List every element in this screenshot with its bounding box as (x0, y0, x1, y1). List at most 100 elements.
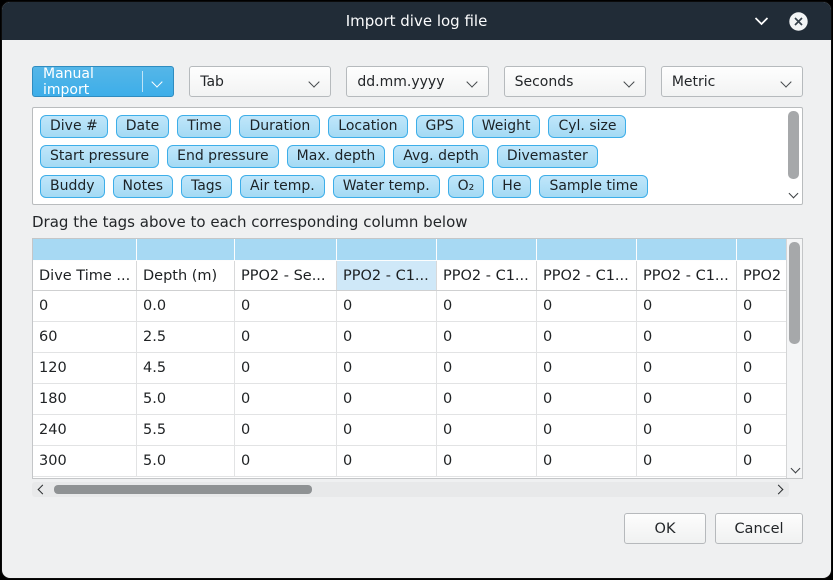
column-header[interactable]: PPO2 (737, 261, 786, 290)
tag-chip[interactable]: End pressure (167, 145, 279, 168)
chevron-down-icon (309, 76, 320, 87)
scroll-down-button[interactable] (787, 188, 800, 202)
tag-chip[interactable]: O₂ (448, 175, 485, 198)
column-drop-target[interactable] (33, 239, 137, 260)
tag-chip[interactable]: Avg. depth (393, 145, 489, 168)
tag-chip[interactable]: Cyl. size (548, 115, 626, 138)
window-shade-button[interactable] (747, 2, 775, 40)
table-cell: 0 (437, 415, 537, 446)
tag-chip[interactable]: Notes (113, 175, 173, 198)
tag-chip[interactable]: Max. depth (287, 145, 386, 168)
column-header[interactable]: PPO2 - Se... (235, 261, 337, 290)
cancel-button[interactable]: Cancel (715, 513, 803, 544)
chevron-down-icon (754, 16, 769, 26)
table-cell: 0 (235, 291, 337, 322)
tag-chip[interactable]: Divemaster (497, 145, 598, 168)
tags-scrollbar[interactable] (787, 110, 800, 202)
dialog-buttons: OK Cancel (32, 513, 803, 544)
scrollbar-thumb[interactable] (789, 242, 800, 344)
table-grid: Dive Time ...Depth (m)PPO2 - Se...PPO2 -… (33, 239, 786, 477)
table-cell: 0 (737, 322, 786, 353)
table-cell: 0 (537, 353, 637, 384)
table-vertical-scrollbar[interactable] (786, 239, 802, 478)
table-header-row: Dive Time ...Depth (m)PPO2 - Se...PPO2 -… (33, 261, 786, 291)
tag-chip[interactable]: Tags (181, 175, 232, 198)
column-drop-target[interactable] (235, 239, 337, 260)
table-cell: 0 (33, 291, 137, 322)
tag-chip[interactable]: Time (177, 115, 231, 138)
scrollbar-thumb[interactable] (788, 111, 799, 179)
table-cell: 0 (337, 322, 437, 353)
tag-chip[interactable]: Start pressure (40, 145, 159, 168)
tag-chip[interactable]: Location (328, 115, 407, 138)
table-row: 1805.0000000 (33, 384, 786, 415)
table-row: 00.0000000 (33, 291, 786, 322)
import-options-row: Manual import Tab dd.mm.yyyy Seconds Met… (32, 66, 803, 97)
scroll-right-button[interactable] (773, 482, 787, 497)
column-drop-target[interactable] (637, 239, 737, 260)
table-cell: 0 (537, 291, 637, 322)
ok-button[interactable]: OK (624, 513, 706, 544)
column-header[interactable]: Dive Time ... (33, 261, 137, 290)
tag-chip[interactable]: Weight (472, 115, 541, 138)
time-format-select[interactable]: Seconds (504, 66, 646, 97)
column-drop-target[interactable] (137, 239, 235, 260)
scroll-left-button[interactable] (34, 482, 48, 497)
chevron-right-icon (774, 485, 784, 495)
import-type-select[interactable]: Manual import (32, 66, 174, 97)
table-row: 3005.0000000 (33, 446, 786, 477)
table-cell: 60 (33, 322, 137, 353)
column-drop-target[interactable] (337, 239, 437, 260)
chevron-down-icon (780, 76, 791, 87)
table-cell: 0 (737, 353, 786, 384)
table-horizontal-scrollbar[interactable] (32, 482, 789, 497)
tag-list: Dive # Date Time Duration Location GPS Weight C… (40, 115, 778, 205)
table-cell: 0 (737, 446, 786, 477)
column-header[interactable]: PPO2 - C1... (637, 261, 737, 290)
table-cell: 0 (235, 384, 337, 415)
field-separator-value: Tab (200, 74, 224, 90)
drag-hint-label: Drag the tags above to each correspondin… (32, 213, 803, 232)
table-cell: 0 (235, 446, 337, 477)
table-row: 2405.5000000 (33, 415, 786, 446)
tag-chip[interactable]: Buddy (40, 175, 105, 198)
column-drop-target[interactable] (437, 239, 537, 260)
scroll-down-button[interactable] (787, 463, 803, 477)
column-header[interactable]: PPO2 - C1... (537, 261, 637, 290)
combo-separator (142, 71, 143, 92)
close-icon (788, 11, 809, 32)
tag-row: Start pressure End pressure Max. depth Avg.… (40, 145, 778, 168)
table-cell: 0 (637, 322, 737, 353)
units-select[interactable]: Metric (661, 66, 803, 97)
tag-chip[interactable]: He (492, 175, 531, 198)
table-cell: 5.5 (137, 415, 235, 446)
chevron-down-icon (466, 76, 477, 87)
tag-row: Buddy Notes Tags Air temp. Water temp. O₂ He Sa… (40, 175, 778, 198)
table-row: 1204.5000000 (33, 353, 786, 384)
import-dialog: Import dive log file Manual import Tab d… (1, 1, 832, 579)
close-button[interactable] (783, 2, 813, 40)
tag-chip[interactable]: Date (116, 115, 169, 138)
column-header[interactable]: PPO2 - C1... (437, 261, 537, 290)
column-drop-target[interactable] (737, 239, 786, 260)
import-type-value: Manual import (43, 66, 143, 98)
date-format-value: dd.mm.yyyy (357, 74, 444, 90)
table-cell: 0 (337, 291, 437, 322)
tag-chip[interactable]: Air temp. (240, 175, 325, 198)
column-header[interactable]: PPO2 - C1... (337, 261, 437, 290)
column-drop-target[interactable] (537, 239, 637, 260)
table-cell: 0 (235, 353, 337, 384)
tag-chip[interactable]: Water temp. (333, 175, 440, 198)
date-format-select[interactable]: dd.mm.yyyy (346, 66, 488, 97)
field-separator-select[interactable]: Tab (189, 66, 331, 97)
titlebar[interactable]: Import dive log file (2, 2, 831, 40)
chevron-down-icon (623, 76, 634, 87)
column-header[interactable]: Depth (m) (137, 261, 235, 290)
scrollbar-thumb[interactable] (54, 485, 312, 494)
tag-chip[interactable]: Duration (239, 115, 320, 138)
tag-chip[interactable]: Dive # (40, 115, 108, 138)
table-cell: 0 (337, 353, 437, 384)
tag-chip[interactable]: GPS (416, 115, 464, 138)
tag-chip[interactable]: Sample time (539, 175, 648, 198)
tag-row: Dive # Date Time Duration Location GPS Weight C… (40, 115, 778, 138)
